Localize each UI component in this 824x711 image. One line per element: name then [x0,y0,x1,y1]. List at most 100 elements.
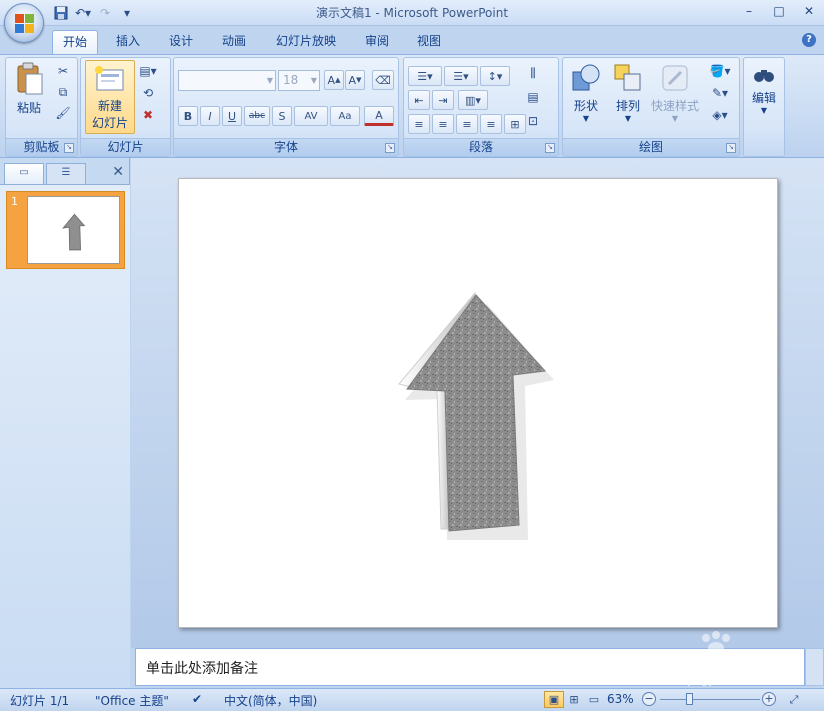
office-logo-icon [15,14,34,33]
slides-group-label: 幻灯片 [81,138,170,156]
watermark-cn: 经验 [719,649,768,676]
minimize-button[interactable]: – [734,0,764,22]
theme-name: "Office 主题" [95,694,169,708]
smartart-icon[interactable]: ⊡ [524,112,542,130]
clipboard-group: 粘贴 ✂ ⧉ 🖌 剪贴板 ↘ [5,57,78,157]
quick-styles-button[interactable]: 快速样式 ▼ [649,62,701,123]
tab-review[interactable]: 审阅 [355,30,399,54]
slide-editing-area [131,158,824,648]
slide-count: 幻灯片 1/1 [10,694,70,708]
close-button[interactable]: ✕ [794,0,824,22]
grow-font-button[interactable]: A ▲ [324,70,344,90]
line-spacing-icon[interactable]: ↕▾ [480,66,510,86]
slide-thumbnail[interactable]: 1 [6,191,125,269]
slides-tab-icon[interactable]: ▭ [4,163,44,184]
close-pane-icon[interactable]: ✕ [112,164,124,180]
shapes-label: 形状 [573,99,598,113]
zoom-slider-thumb[interactable] [686,693,693,705]
zoom-in-icon[interactable]: + [762,692,776,706]
new-slide-label-1: 新建 [97,99,122,113]
edit-button[interactable]: 编辑 ▼ [746,64,782,115]
language-indicator[interactable]: 中文(简体，中国) [224,692,317,709]
help-icon[interactable]: ? [802,33,816,47]
clipboard-dialog-launcher[interactable]: ↘ [64,143,74,153]
shape-fill-icon[interactable]: 🪣▾ [705,62,735,80]
align-left-icon[interactable]: ≡ [408,114,430,134]
maximize-button[interactable]: □ [764,0,794,22]
justify-icon[interactable]: ≡ [480,114,502,134]
fit-to-window-icon[interactable]: ⤢ [784,691,804,708]
tab-view[interactable]: 视图 [407,30,451,54]
zoom-slider-track[interactable] [660,699,760,700]
font-size-combo[interactable]: 18 ▼ [278,70,320,91]
reset-icon[interactable]: ⟲ [139,84,157,102]
columns-icon[interactable]: ▥▾ [458,90,488,110]
delete-slide-icon[interactable]: ✖ [139,106,157,124]
shrink-font-button[interactable]: A ▼ [345,70,365,90]
italic-button[interactable]: I [200,106,220,126]
text-direction-icon[interactable]: ⫼ [524,64,542,82]
font-dialog-launcher[interactable]: ↘ [385,143,395,153]
shapes-button[interactable]: 形状 ▼ [567,62,605,123]
paste-button[interactable]: 粘贴 [12,62,46,116]
layout-icon[interactable]: ▤▾ [139,62,157,80]
align-right-icon[interactable]: ≡ [456,114,478,134]
distribute-icon[interactable]: ⊞ [504,114,526,134]
drawing-dialog-launcher[interactable]: ↘ [726,143,736,153]
font-color-button[interactable]: A [364,106,394,126]
thumbnail-arrow-icon [62,213,86,251]
align-center-icon[interactable]: ≡ [432,114,454,134]
ribbon-tabs: 开始 插入 设计 动画 幻灯片放映 审阅 视图 ? [0,26,824,54]
numbering-icon[interactable]: ☰▾ [444,66,478,86]
format-painter-icon[interactable]: 🖌 [54,104,72,122]
office-button[interactable] [4,3,44,43]
shapes-icon [572,64,600,91]
clear-format-icon[interactable]: ⌫ [372,70,394,90]
strikethrough-button[interactable]: abc [244,106,270,126]
new-slide-button[interactable]: 新建 幻灯片 [85,60,135,134]
tab-design[interactable]: 设计 [159,30,203,54]
new-slide-icon [95,66,124,91]
char-spacing-button[interactable]: AV [294,106,328,126]
font-group-label: 字体 [174,138,398,156]
watermark-url: jingyan.baidu.com [688,674,790,687]
tab-insert[interactable]: 插入 [106,30,150,54]
cut-icon[interactable]: ✂ [54,62,72,80]
increase-indent-icon[interactable]: ⇥ [432,90,454,110]
tab-animations[interactable]: 动画 [212,30,256,54]
zoom-level[interactable]: 63% [607,692,634,706]
change-case-button[interactable]: Aa [330,106,360,126]
slideshow-view-icon[interactable]: ▭ [584,691,604,708]
slide-canvas[interactable] [178,178,778,628]
font-name-combo[interactable]: ▼ [178,70,276,91]
zoom-out-icon[interactable]: − [642,692,656,706]
tab-home[interactable]: 开始 [52,30,99,54]
pane-tabs: ▭ ☰ ✕ [0,160,130,184]
shape-outline-icon[interactable]: ✎▾ [705,84,735,102]
paragraph-dialog-launcher[interactable]: ↘ [545,143,555,153]
outline-tab-icon[interactable]: ☰ [46,163,86,184]
slides-pane: ▭ ☰ ✕ 1 [0,158,130,688]
spellcheck-icon[interactable]: ✔ [192,692,202,706]
copy-icon[interactable]: ⧉ [54,83,72,101]
align-text-icon[interactable]: ▤ [524,88,542,106]
title-bar: ↶▾ ↷ ▾ 演示文稿1 - Microsoft PowerPoint – □ … [0,0,824,26]
arrange-button[interactable]: 排列 ▼ [609,62,647,123]
bold-button[interactable]: B [178,106,198,126]
slide-sorter-icon[interactable]: ⊞ [564,691,584,708]
underline-button[interactable]: U [222,106,242,126]
bullets-icon[interactable]: ☰▾ [408,66,442,86]
editing-group: 编辑 ▼ [743,57,785,157]
font-size-value: 18 [283,73,299,87]
tab-slideshow[interactable]: 幻灯片放映 [266,30,346,54]
new-slide-label-2: 幻灯片 [91,116,128,130]
notes-placeholder: 单击此处添加备注 [146,661,258,677]
normal-view-icon[interactable]: ▣ [544,691,564,708]
shape-effects-icon[interactable]: ◈▾ [705,106,735,124]
shadow-button[interactable]: S [272,106,292,126]
window-controls: – □ ✕ [734,0,824,22]
arrow-shape-icon[interactable] [179,179,779,629]
arrange-label: 排列 [615,99,640,113]
decrease-indent-icon[interactable]: ⇤ [408,90,430,110]
font-group: ▼ 18 ▼ A ▲ A ▼ ⌫ B I U abc S AV Aa A 字体 ↘ [173,57,399,157]
